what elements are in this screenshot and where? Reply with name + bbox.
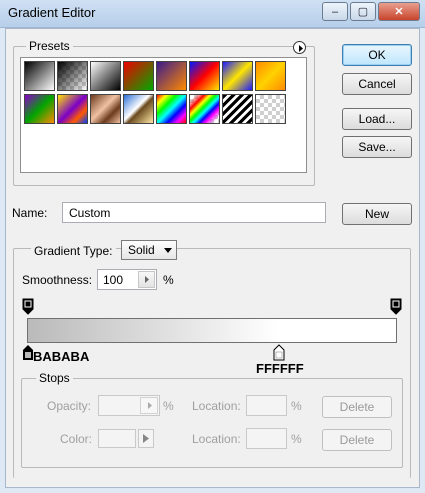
presets-panel [20, 57, 307, 173]
presets-menu-button[interactable] [293, 41, 306, 54]
gradient-type-value: Solid [128, 243, 155, 257]
preset-swatch[interactable] [222, 94, 253, 124]
preset-swatch[interactable] [156, 61, 187, 91]
cancel-button[interactable]: Cancel [342, 73, 412, 95]
preset-swatch[interactable] [24, 61, 55, 91]
chevron-down-icon [164, 248, 172, 253]
play-arrow-icon [148, 402, 152, 409]
presets-label: Presets [26, 39, 73, 53]
preset-swatch[interactable] [123, 94, 154, 124]
opacity-field[interactable] [98, 395, 160, 416]
preset-swatch[interactable] [255, 94, 286, 124]
maximize-button[interactable]: ▢ [350, 2, 376, 21]
new-button[interactable]: New [342, 203, 412, 225]
smoothness-value: 100 [103, 273, 124, 287]
opacity-label: Opacity: [47, 399, 92, 413]
opacity-location-field[interactable] [246, 395, 287, 416]
gradient-type-label: Gradient Type: [31, 244, 116, 258]
color-location-percent: % [291, 432, 302, 446]
minimize-button[interactable]: – [322, 2, 348, 21]
preset-swatch[interactable] [222, 61, 253, 91]
opacity-stop-left[interactable] [22, 298, 34, 315]
ok-button[interactable]: OK [342, 44, 412, 66]
play-arrow-icon [143, 434, 149, 443]
smoothness-field[interactable]: 100 [97, 269, 157, 290]
color-stop-left-label: BABABA [33, 349, 90, 364]
preset-swatch[interactable] [90, 94, 121, 124]
circle-arrow-menu-icon [299, 45, 303, 52]
smoothness-percent: % [163, 273, 174, 287]
color-stop-right[interactable] [273, 344, 285, 361]
maximize-icon: ▢ [357, 6, 369, 18]
preset-swatch[interactable] [57, 61, 88, 91]
preset-swatch[interactable] [123, 61, 154, 91]
color-stop-right-label: FFFFFF [256, 361, 304, 376]
smoothness-slider-button[interactable] [138, 271, 155, 288]
preset-swatch[interactable] [24, 94, 55, 124]
color-swatch-field[interactable] [98, 429, 136, 448]
opacity-percent: % [163, 399, 174, 413]
preset-swatch[interactable] [57, 94, 88, 124]
title-bar: Gradient Editor – ▢ ✕ [0, 0, 425, 28]
minimize-icon: – [331, 5, 339, 18]
stops-label: Stops [36, 371, 73, 385]
preset-swatch[interactable] [90, 61, 121, 91]
opacity-location-percent: % [291, 399, 302, 413]
color-location-field[interactable] [246, 428, 287, 449]
stops-group [21, 378, 403, 468]
gradient-preview-bar[interactable] [27, 318, 397, 343]
opacity-slider-button[interactable] [140, 397, 158, 414]
preset-swatch[interactable] [189, 61, 220, 91]
save-button[interactable]: Save... [342, 136, 412, 158]
close-icon: ✕ [394, 6, 404, 18]
color-label: Color: [60, 432, 93, 446]
smoothness-label: Smoothness: [22, 273, 93, 287]
opacity-location-label: Location: [192, 399, 241, 413]
color-delete-button[interactable]: Delete [322, 429, 392, 451]
preset-swatch[interactable] [156, 94, 187, 124]
preset-swatch[interactable] [189, 94, 220, 124]
load-button[interactable]: Load... [342, 108, 412, 130]
opacity-delete-button[interactable]: Delete [322, 396, 392, 418]
color-location-label: Location: [192, 432, 241, 446]
color-menu-button[interactable] [138, 429, 154, 448]
opacity-stop-right[interactable] [390, 298, 402, 315]
name-label: Name: [12, 206, 48, 220]
close-button[interactable]: ✕ [378, 2, 420, 21]
name-field[interactable] [62, 202, 326, 223]
preset-swatch[interactable] [255, 61, 286, 91]
gradient-type-dropdown[interactable]: Solid [121, 240, 177, 260]
window-title: Gradient Editor [8, 5, 96, 20]
play-arrow-icon [145, 276, 149, 283]
